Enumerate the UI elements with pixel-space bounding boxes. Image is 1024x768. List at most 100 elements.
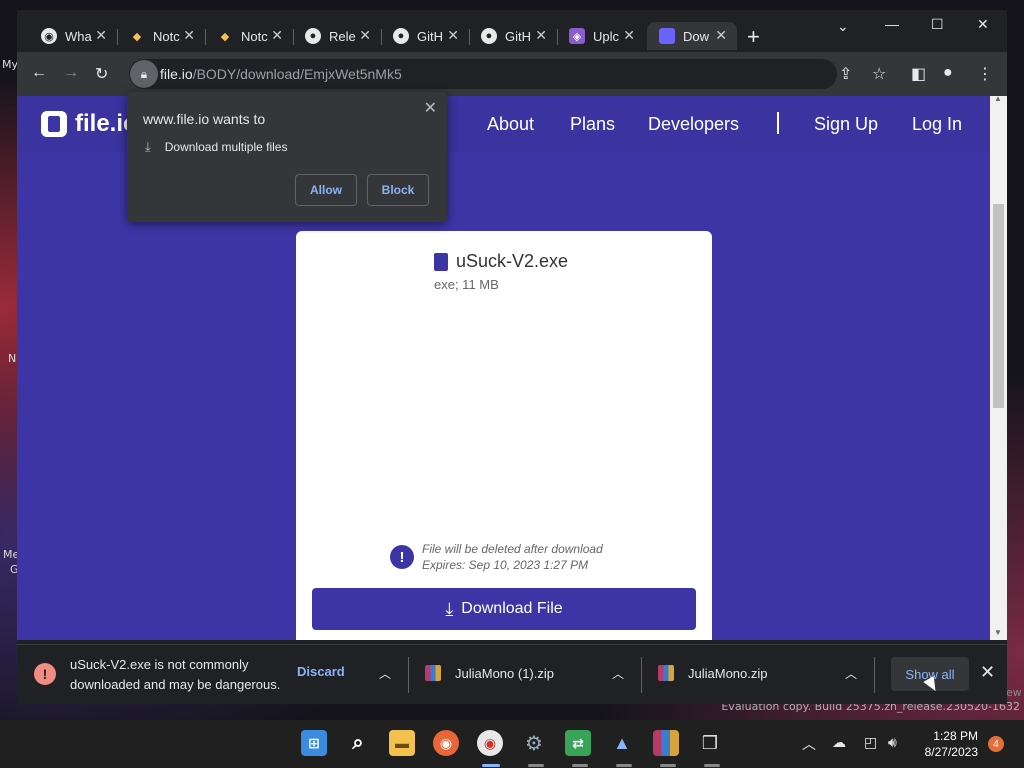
tray-chevron-up-icon[interactable]: ︿ <box>802 734 816 754</box>
warning-line: uSuck-V2.exe is not commonly <box>70 657 249 672</box>
close-icon[interactable]: ✕ <box>271 27 283 44</box>
tab-title: GitH <box>417 28 443 44</box>
maximize-button[interactable]: ☐ <box>931 16 944 33</box>
nav-sign-up[interactable]: Sign Up <box>814 114 878 135</box>
windows-start-icon[interactable]: ⊞ <box>301 730 327 756</box>
close-icon[interactable]: ✕ <box>447 27 459 44</box>
download-item[interactable]: JuliaMono.zip <box>658 665 768 681</box>
nav-about[interactable]: About <box>487 114 534 135</box>
upload-icon: ◈ <box>569 28 585 44</box>
clock-date: 8/27/2023 <box>924 745 978 759</box>
app-indicator <box>704 764 720 767</box>
github-icon: ● <box>481 28 497 44</box>
windows-taskbar: ⊞ ⌕ ▬ ◉ ◉ ⚙ ⇄ ▲ ❒ ︿ ☁ ◰ 🔊︎ 1:28 PM 8/27/… <box>0 720 1024 768</box>
desktop-icon-label[interactable]: ew <box>1006 686 1022 699</box>
triangle-app-icon[interactable]: ▲ <box>609 730 635 756</box>
permission-item-label: Download multiple files <box>164 140 288 154</box>
notion-icon: ◆ <box>132 30 142 43</box>
tab[interactable]: ◈ Uplc ✕ <box>557 22 645 50</box>
expiry-notice: ! File will be deleted after download Ex… <box>390 541 603 573</box>
menu-kebab-icon[interactable]: ⋮ <box>977 64 993 84</box>
tab[interactable]: ◉ Wha ✕ <box>29 22 118 50</box>
close-icon[interactable]: ✕ <box>183 27 195 44</box>
settings-gear-icon[interactable]: ⚙ <box>521 730 547 756</box>
download-file-button[interactable]: ⤓ Download File <box>312 588 696 630</box>
tab[interactable]: ● GitH ✕ <box>469 22 558 50</box>
nav-plans[interactable]: Plans <box>570 114 615 135</box>
chevron-up-icon[interactable]: ︿ <box>379 665 391 682</box>
github-icon: ● <box>305 28 321 44</box>
tab-title: GitH <box>505 28 531 44</box>
tab[interactable]: ● GitH ✕ <box>381 22 470 50</box>
browser-window: ◉ Wha ✕ ◆ Notc ✕ ◆ Notc ✕ ● Rele ✕ ● Git… <box>17 10 1007 704</box>
chrome-icon: ◉ <box>41 28 57 44</box>
reload-button[interactable]: ↻ <box>95 64 108 84</box>
file-explorer-icon[interactable]: ▬ <box>389 730 415 756</box>
desktop-icon-label[interactable]: My <box>2 58 18 71</box>
chrome-icon[interactable]: ◉ <box>477 730 503 756</box>
chevron-up-icon[interactable]: ︿ <box>612 665 624 682</box>
tab-title: Wha <box>65 28 92 44</box>
new-tab-button[interactable]: + <box>747 24 760 50</box>
download-item[interactable]: JuliaMono (1).zip <box>425 665 554 681</box>
bookmark-star-icon[interactable]: ☆ <box>872 64 886 84</box>
tab[interactable]: ● Rele ✕ <box>293 22 382 50</box>
nav-log-in[interactable]: Log In <box>912 114 962 135</box>
close-icon[interactable]: ✕ <box>359 27 371 44</box>
notion-icon: ◆ <box>220 30 230 43</box>
wifi-icon[interactable]: ◰ <box>864 734 877 751</box>
notice-line: Expires: Sep 10, 2023 1:27 PM <box>422 558 589 572</box>
scrollbar-thumb[interactable] <box>993 204 1004 408</box>
tab[interactable]: ◆ Notc ✕ <box>205 22 294 50</box>
volume-icon[interactable]: 🔊︎ <box>888 734 897 751</box>
url-path: /BODY/download/EmjxWet5nMk5 <box>192 66 402 82</box>
forward-button[interactable]: → <box>63 64 79 82</box>
download-icon: ⤓ <box>145 139 151 154</box>
file-meta: exe; 11 MB <box>434 277 499 292</box>
scroll-up-icon[interactable]: ▲ <box>994 94 1002 103</box>
tab-title: Dow <box>683 28 710 44</box>
info-icon: ! <box>390 545 414 569</box>
close-icon[interactable]: ✕ <box>623 27 635 44</box>
onedrive-icon[interactable]: ☁ <box>832 734 846 751</box>
allow-button[interactable]: Allow <box>295 174 357 206</box>
chevron-up-icon[interactable]: ︿ <box>845 665 857 682</box>
book-app-icon[interactable]: ❒ <box>697 730 723 756</box>
close-icon[interactable]: ✕ <box>424 98 437 118</box>
page-scrollbar[interactable]: ▲ ▼ <box>990 94 1007 640</box>
firefox-icon[interactable]: ◉ <box>433 730 459 756</box>
active-app-indicator <box>482 764 500 767</box>
close-window-button[interactable]: ✕ <box>977 16 989 33</box>
file-header: uSuck-V2.exe <box>434 251 568 272</box>
scroll-down-icon[interactable]: ▼ <box>994 628 1002 637</box>
site-logo[interactable]: file.io <box>41 110 138 138</box>
close-icon[interactable]: ✕ <box>535 27 547 44</box>
share-icon[interactable]: ⇪ <box>839 64 852 84</box>
winrar-icon[interactable] <box>653 730 679 756</box>
fileio-logo-icon <box>41 111 67 137</box>
profile-icon[interactable]: ● <box>943 64 953 82</box>
search-icon[interactable]: ⌕ <box>345 730 371 756</box>
side-panel-icon[interactable]: ◧ <box>911 64 926 84</box>
dangerous-download-warning: uSuck-V2.exe is not commonly downloaded … <box>70 655 300 695</box>
minimize-button[interactable]: — <box>885 16 899 32</box>
close-icon[interactable]: ✕ <box>95 27 107 44</box>
tab-search-icon[interactable]: ⌄ <box>837 18 849 35</box>
discard-button[interactable]: Discard <box>297 664 345 679</box>
lock-icon[interactable]: 🔒︎ <box>130 60 158 88</box>
close-icon[interactable]: ✕ <box>715 27 727 44</box>
block-button[interactable]: Block <box>367 174 429 206</box>
address-bar[interactable]: 🔒︎ file.io /BODY/download/EmjxWet5nMk5 <box>129 59 837 89</box>
close-shelf-icon[interactable]: ✕ <box>980 662 995 683</box>
url-host: file.io <box>160 66 193 82</box>
taskbar-clock[interactable]: 1:28 PM 8/27/2023 <box>918 728 978 760</box>
back-button[interactable]: ← <box>31 64 47 82</box>
app-indicator <box>572 764 588 767</box>
desktop-icon-label[interactable]: N <box>8 352 16 365</box>
nav-developers[interactable]: Developers <box>648 114 739 135</box>
tab[interactable]: ◆ Notc ✕ <box>117 22 206 50</box>
notification-badge[interactable]: 4 <box>988 736 1004 752</box>
tab-active[interactable]: Dow ✕ <box>647 22 737 50</box>
network-app-icon[interactable]: ⇄ <box>565 730 591 756</box>
warning-icon: ! <box>34 663 56 685</box>
